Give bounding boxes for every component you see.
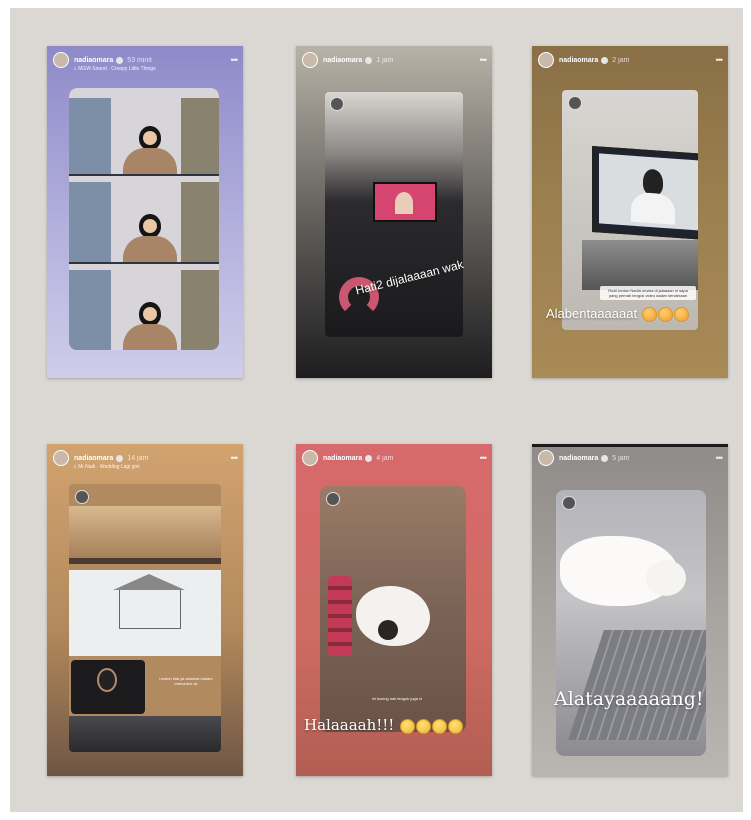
crying-emoji-icon — [448, 718, 464, 734]
avatar[interactable] — [53, 52, 69, 68]
more-options-icon[interactable]: ••• — [231, 453, 239, 463]
tagged-avatar — [330, 97, 344, 111]
stories-board: nadiaomara 53 minit ••• ♫ MGW Sound · Cr… — [10, 8, 743, 812]
story-subline: ♫ MGW Sound · Creepy Little Things — [73, 66, 156, 72]
story-card-5[interactable]: nadiaomara 4 jam ••• Ini kucing nak teng… — [296, 444, 492, 776]
story-header: nadiaomara 2 jam ••• — [532, 46, 728, 74]
avatar[interactable] — [302, 450, 318, 466]
keyboard — [69, 716, 221, 752]
laptop-screen — [592, 145, 698, 241]
more-options-icon[interactable]: ••• — [231, 55, 239, 65]
person-figure — [121, 210, 179, 262]
shared-post[interactable] — [556, 490, 706, 756]
verified-icon — [116, 454, 124, 462]
video-frame-1 — [69, 88, 219, 174]
more-options-icon[interactable]: ••• — [480, 55, 488, 65]
story-time: 4 jam — [376, 454, 394, 462]
story-card-4[interactable]: nadiaomara 14 jam ••• ♫ Mr.Nadi · Weddin… — [47, 444, 243, 776]
story-username[interactable]: nadiaomara — [559, 455, 598, 462]
avatar[interactable] — [53, 450, 69, 466]
bookshelf — [181, 182, 219, 262]
more-options-icon[interactable]: ••• — [480, 453, 488, 463]
story-note: Ruzil tonton Nadia omara di jalaaaan ni … — [600, 286, 696, 300]
avatar[interactable] — [538, 450, 554, 466]
verified-icon — [365, 454, 373, 462]
drawing-screen — [69, 570, 221, 656]
tagged-avatar — [326, 492, 340, 506]
crying-emoji-icon — [400, 718, 416, 734]
story-header: nadiaomara 4 jam ••• — [296, 444, 492, 472]
shared-post[interactable] — [69, 88, 219, 350]
bookshelf — [181, 270, 219, 350]
tagged-avatar — [75, 490, 89, 504]
bookshelf — [69, 270, 111, 350]
heart-eyes-emoji-icon — [673, 307, 689, 323]
verified-icon — [365, 56, 373, 64]
heart-eyes-emoji-icon — [657, 307, 673, 323]
story-username[interactable]: nadiaomara — [74, 57, 113, 64]
phone-screen — [71, 660, 145, 714]
more-options-icon[interactable]: ••• — [716, 453, 724, 463]
heart-eyes-emoji-icon — [641, 307, 657, 323]
story-time: 2 jam — [612, 56, 630, 64]
more-options-icon[interactable]: ••• — [716, 55, 724, 65]
story-note: Ini kucing nak tengok juga ni — [371, 696, 423, 701]
story-username[interactable]: nadiaomara — [74, 455, 113, 462]
verified-icon — [601, 56, 609, 64]
bus-tv-screen — [373, 182, 437, 222]
story-username[interactable]: nadiaomara — [559, 57, 598, 64]
tagged-avatar — [562, 496, 576, 510]
story-username[interactable]: nadiaomara — [323, 57, 362, 64]
avatar[interactable] — [302, 52, 318, 68]
shared-post[interactable]: Ruzil tonton Nadia omara di jalaaaan ni … — [562, 90, 698, 330]
shared-post[interactable]: nonton kita ya selamat malam menonton ok — [69, 484, 221, 752]
video-frame-3 — [69, 264, 219, 350]
story-time: 14 jam — [127, 454, 149, 462]
person-figure — [121, 122, 179, 174]
shared-post[interactable] — [325, 92, 463, 337]
bookshelf — [69, 182, 111, 262]
story-card-2[interactable]: nadiaomara 1 jam ••• Hati2 dijalaaaan wa… — [296, 46, 492, 378]
shared-post[interactable]: Ini kucing nak tengok juga ni — [320, 486, 466, 732]
crying-emoji-icon — [432, 718, 448, 734]
tagged-avatar — [568, 96, 582, 110]
story-header: nadiaomara 5 jam ••• — [532, 444, 728, 472]
bookshelf — [69, 98, 111, 174]
laptop-keyboard — [568, 630, 706, 740]
story-time: 53 minit — [127, 56, 152, 64]
ribbon-spools — [328, 576, 352, 656]
cat-head — [646, 560, 686, 596]
verified-icon — [601, 454, 609, 462]
story-time: 1 jam — [376, 56, 394, 64]
story-header: nadiaomara 1 jam ••• — [296, 46, 492, 74]
story-caption: Halaaaah!!! — [304, 716, 464, 734]
story-card-1[interactable]: nadiaomara 53 minit ••• ♫ MGW Sound · Cr… — [47, 46, 243, 378]
person-figure — [121, 298, 179, 350]
story-card-3[interactable]: nadiaomara 2 jam ••• Ruzil tonton Nadia … — [532, 46, 728, 378]
story-subline: ♫ Mr.Nadi · Wedding Lagi gini — [73, 464, 140, 470]
crying-emoji-icon — [416, 718, 432, 734]
story-username[interactable]: nadiaomara — [323, 455, 362, 462]
bookshelf — [181, 98, 219, 174]
cat-white — [356, 586, 430, 646]
story-time: 5 jam — [612, 454, 630, 462]
verified-icon — [116, 56, 124, 64]
story-caption: Alabentaaaaaat — [546, 306, 689, 323]
video-frame-2 — [69, 176, 219, 262]
story-note: nonton kita ya selamat malam menonton ok — [159, 676, 213, 686]
model-shelf — [69, 506, 221, 564]
story-caption: Alatayaaaaang! — [554, 688, 704, 710]
story-card-6[interactable]: nadiaomara 5 jam ••• Alatayaaaaang! — [532, 444, 728, 776]
avatar[interactable] — [538, 52, 554, 68]
laptop-keyboard — [582, 240, 698, 290]
